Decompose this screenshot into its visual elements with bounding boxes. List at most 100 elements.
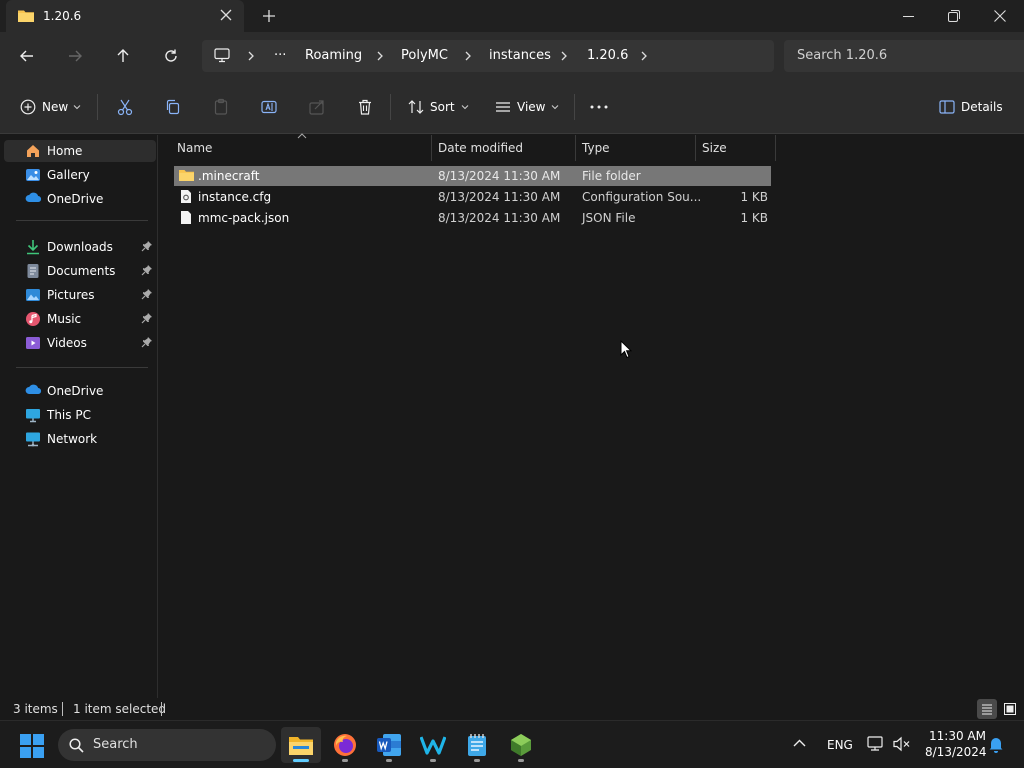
address-bar[interactable]: ··· Roaming PolyMC instances 1.20.6 xyxy=(202,40,774,72)
taskbar-app-word[interactable] xyxy=(369,727,409,763)
sort-button[interactable]: Sort xyxy=(408,95,469,119)
pin-icon[interactable] xyxy=(141,240,153,252)
chevron-up-icon[interactable] xyxy=(793,739,806,747)
more-options-button[interactable] xyxy=(590,95,608,119)
sidebar-item-this-pc[interactable]: This PC xyxy=(4,404,156,426)
network-status-icon[interactable] xyxy=(867,736,885,752)
rename-button[interactable] xyxy=(260,95,278,119)
sidebar-item-documents[interactable]: Documents xyxy=(4,260,156,282)
explorer-tab[interactable]: 1.20.6 xyxy=(6,0,244,32)
sidebar-item-label: Videos xyxy=(47,336,87,350)
sidebar-divider xyxy=(16,367,148,368)
breadcrumb-current[interactable]: 1.20.6 xyxy=(587,48,628,63)
forward-button[interactable] xyxy=(63,44,87,68)
status-bar: 3 items 1 item selected xyxy=(0,698,1024,720)
clock-date[interactable]: 8/13/2024 xyxy=(925,745,987,759)
tiles-view-toggle[interactable] xyxy=(1000,699,1020,719)
column-header-size[interactable]: Size xyxy=(702,135,775,161)
refresh-button[interactable] xyxy=(159,44,183,68)
sidebar-item-label: Downloads xyxy=(47,240,113,254)
taskbar-app-wave[interactable] xyxy=(413,727,453,763)
more-icon xyxy=(590,105,608,109)
chevron-right-icon[interactable] xyxy=(560,51,568,61)
column-header-type[interactable]: Type xyxy=(582,135,695,161)
close-window-button[interactable] xyxy=(977,0,1023,32)
share-button[interactable] xyxy=(308,95,326,119)
chevron-right-icon[interactable] xyxy=(464,51,472,61)
table-row[interactable]: .minecraft 8/13/2024 11:30 AM File folde… xyxy=(174,166,771,186)
sidebar-item-music[interactable]: Music xyxy=(4,308,156,330)
notification-bell-icon[interactable] xyxy=(988,736,1004,753)
windows-start-icon[interactable] xyxy=(20,734,44,758)
sidebar-item-videos[interactable]: Videos xyxy=(4,332,156,354)
sidebar-item-onedrive-2[interactable]: OneDrive xyxy=(4,380,156,402)
view-label: View xyxy=(517,100,546,114)
column-divider[interactable] xyxy=(431,135,432,161)
folder-icon xyxy=(178,168,195,182)
taskbar: Search ENG 11:30 AM 8/13/2024 xyxy=(0,720,1024,768)
sidebar-item-label: This PC xyxy=(47,408,91,422)
column-header-date[interactable]: Date modified xyxy=(438,135,575,161)
chevron-down-icon xyxy=(461,104,469,110)
pin-icon[interactable] xyxy=(141,264,153,276)
table-row[interactable]: instance.cfg 8/13/2024 11:30 AM Configur… xyxy=(174,187,771,207)
chevron-right-icon[interactable] xyxy=(640,51,648,61)
chevron-down-icon xyxy=(551,104,559,110)
file-explorer-icon xyxy=(288,734,314,756)
sidebar-item-home[interactable]: Home xyxy=(4,140,156,162)
volume-muted-icon[interactable] xyxy=(893,736,911,752)
column-divider[interactable] xyxy=(575,135,576,161)
folder-icon xyxy=(17,8,35,23)
minimize-button[interactable] xyxy=(885,0,931,32)
restore-button[interactable] xyxy=(931,0,977,32)
chevron-right-icon[interactable] xyxy=(247,51,255,61)
column-divider[interactable] xyxy=(695,135,696,161)
copy-button[interactable] xyxy=(164,95,182,119)
pin-icon[interactable] xyxy=(141,312,153,324)
table-row[interactable]: mmc-pack.json 8/13/2024 11:30 AM JSON Fi… xyxy=(174,208,771,228)
pin-icon[interactable] xyxy=(141,288,153,300)
column-divider[interactable] xyxy=(775,135,776,161)
search-input[interactable]: Search 1.20.6 xyxy=(784,40,1024,72)
details-button[interactable]: Details xyxy=(939,95,1003,119)
sidebar-item-network[interactable]: Network xyxy=(4,428,156,450)
up-button[interactable] xyxy=(111,44,135,68)
new-tab-icon[interactable] xyxy=(262,9,276,23)
taskbar-app-notepad[interactable] xyxy=(457,727,497,763)
chevron-right-icon[interactable] xyxy=(376,51,384,61)
view-button[interactable]: View xyxy=(495,95,559,119)
sidebar-item-downloads[interactable]: Downloads xyxy=(4,236,156,258)
details-pane-icon xyxy=(939,100,955,114)
sidebar-item-label: Network xyxy=(47,432,98,446)
pin-icon[interactable] xyxy=(141,336,153,348)
share-icon xyxy=(308,98,326,116)
gallery-icon xyxy=(25,167,41,183)
column-header-name[interactable]: Name xyxy=(177,135,431,161)
back-button[interactable] xyxy=(15,44,39,68)
taskbar-app-polymc[interactable] xyxy=(501,727,541,763)
taskbar-search[interactable]: Search xyxy=(58,729,276,761)
file-date: 8/13/2024 11:30 AM xyxy=(438,169,561,183)
taskbar-indicator xyxy=(474,759,480,762)
cut-button[interactable] xyxy=(116,95,134,119)
paste-button[interactable] xyxy=(212,95,230,119)
breadcrumb-overflow[interactable]: ··· xyxy=(274,48,286,63)
sidebar-item-pictures[interactable]: Pictures xyxy=(4,284,156,306)
pictures-icon xyxy=(25,287,41,303)
mouse-cursor-icon xyxy=(620,340,632,359)
language-indicator[interactable]: ENG xyxy=(827,738,853,752)
breadcrumb-polymc[interactable]: PolyMC xyxy=(401,48,448,63)
close-tab-icon[interactable] xyxy=(220,9,232,21)
monitor-icon[interactable] xyxy=(214,48,230,63)
sidebar-item-gallery[interactable]: Gallery xyxy=(4,164,156,186)
taskbar-search-label: Search xyxy=(93,737,138,752)
breadcrumb-instances[interactable]: instances xyxy=(489,48,551,63)
delete-button[interactable] xyxy=(356,95,374,119)
breadcrumb-roaming[interactable]: Roaming xyxy=(305,48,362,63)
sidebar-item-onedrive[interactable]: OneDrive xyxy=(4,188,156,210)
new-button[interactable]: New xyxy=(20,95,81,119)
details-view-toggle[interactable] xyxy=(977,699,997,719)
taskbar-app-firefox[interactable] xyxy=(325,727,365,763)
clock-time[interactable]: 11:30 AM xyxy=(929,729,986,743)
taskbar-app-file-explorer[interactable] xyxy=(281,727,321,763)
